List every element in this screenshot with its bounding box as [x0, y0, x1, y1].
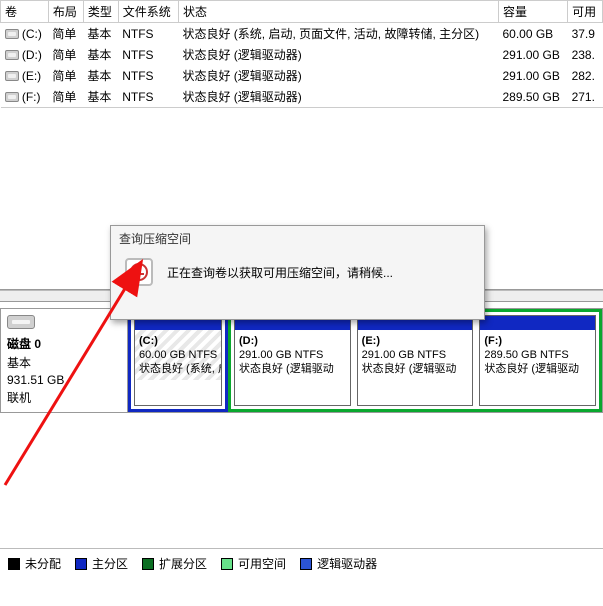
- vol-name: (E:): [22, 69, 41, 83]
- part-letter: (D:): [239, 335, 258, 347]
- disk-map-pane: 磁盘 0 基本 931.51 GB 联机 (C:) 60.00 GB NTFS …: [0, 308, 603, 578]
- part-status: 状态良好 (逻辑驱动: [362, 363, 457, 375]
- disk-basic: 基本: [7, 354, 121, 371]
- volume-icon: [5, 71, 19, 81]
- table-row[interactable]: (F:) 简单 基本 NTFS 状态良好 (逻辑驱动器) 289.50 GB 2…: [1, 86, 603, 108]
- part-size: 289.50 GB NTFS: [484, 349, 568, 361]
- legend-unallocated: 未分配: [8, 555, 61, 572]
- swatch-dark-blue: [300, 558, 312, 570]
- vol-name: (D:): [22, 48, 42, 62]
- legend: 未分配 主分区 扩展分区 可用空间 逻辑驱动器: [0, 548, 603, 578]
- shrink-query-dialog: 查询压缩空间 正在查询卷以获取可用压缩空间，请稍候...: [110, 225, 485, 320]
- part-status: 状态良好 (逻辑驱动: [239, 363, 334, 375]
- partitions-container: (C:) 60.00 GB NTFS 状态良好 (系统, 启 (D:) 291.…: [128, 308, 603, 413]
- col-status[interactable]: 状态: [178, 1, 498, 23]
- vol-name: (C:): [22, 27, 42, 41]
- partition-cap: [480, 316, 595, 330]
- extended-partition-wrap: (D:) 291.00 GB NTFS 状态良好 (逻辑驱动 (E:) 291.…: [228, 309, 602, 412]
- col-volume[interactable]: 卷: [1, 1, 49, 23]
- part-letter: (E:): [362, 335, 380, 347]
- part-size: 291.00 GB NTFS: [239, 349, 323, 361]
- col-capacity[interactable]: 容量: [498, 1, 567, 23]
- part-status: 状态良好 (逻辑驱动: [484, 363, 579, 375]
- disk-online: 联机: [7, 389, 121, 406]
- partition-c[interactable]: (C:) 60.00 GB NTFS 状态良好 (系统, 启: [134, 315, 222, 406]
- primary-partition-wrap: (C:) 60.00 GB NTFS 状态良好 (系统, 启: [128, 309, 228, 412]
- dialog-message: 正在查询卷以获取可用压缩空间，请稍候...: [167, 264, 393, 281]
- volume-icon: [5, 50, 19, 60]
- disk-size: 931.51 GB: [7, 373, 121, 387]
- col-layout[interactable]: 布局: [48, 1, 83, 23]
- swatch-black: [8, 558, 20, 570]
- swatch-blue: [75, 558, 87, 570]
- legend-primary: 主分区: [75, 555, 128, 572]
- table-header-row: 卷 布局 类型 文件系统 状态 容量 可用: [1, 1, 603, 23]
- part-status: 状态良好 (系统, 启: [139, 363, 222, 375]
- table-row[interactable]: (E:) 简单 基本 NTFS 状态良好 (逻辑驱动器) 291.00 GB 2…: [1, 65, 603, 86]
- vol-type: 基本: [83, 23, 118, 45]
- col-type[interactable]: 类型: [83, 1, 118, 23]
- vol-status: 状态良好 (系统, 启动, 页面文件, 活动, 故障转储, 主分区): [178, 23, 498, 45]
- part-letter: (C:): [139, 335, 158, 347]
- dialog-title: 查询压缩空间: [111, 226, 484, 248]
- col-free[interactable]: 可用: [568, 1, 603, 23]
- legend-extended: 扩展分区: [142, 555, 207, 572]
- disk-info-box[interactable]: 磁盘 0 基本 931.51 GB 联机: [0, 308, 128, 413]
- vol-cap: 60.00 GB: [498, 23, 567, 45]
- legend-logical: 逻辑驱动器: [300, 555, 377, 572]
- disk-row: 磁盘 0 基本 931.51 GB 联机 (C:) 60.00 GB NTFS …: [0, 308, 603, 413]
- clock-icon: [125, 258, 153, 286]
- part-size: 291.00 GB NTFS: [362, 349, 446, 361]
- disk-label: 磁盘 0: [7, 335, 121, 352]
- legend-available: 可用空间: [221, 555, 286, 572]
- partition-e[interactable]: (E:) 291.00 GB NTFS 状态良好 (逻辑驱动: [357, 315, 474, 406]
- vol-free: 37.9: [568, 23, 603, 45]
- swatch-dark-green: [142, 558, 154, 570]
- table-row[interactable]: (D:) 简单 基本 NTFS 状态良好 (逻辑驱动器) 291.00 GB 2…: [1, 44, 603, 65]
- volume-icon: [5, 92, 19, 102]
- partition-d[interactable]: (D:) 291.00 GB NTFS 状态良好 (逻辑驱动: [234, 315, 351, 406]
- swatch-light-green: [221, 558, 233, 570]
- vol-fs: NTFS: [118, 23, 178, 45]
- col-fs[interactable]: 文件系统: [118, 1, 178, 23]
- partition-f[interactable]: (F:) 289.50 GB NTFS 状态良好 (逻辑驱动: [479, 315, 596, 406]
- disk-icon: [7, 315, 35, 329]
- table-row[interactable]: (C:) 简单 基本 NTFS 状态良好 (系统, 启动, 页面文件, 活动, …: [1, 23, 603, 45]
- part-size: 60.00 GB NTFS: [139, 349, 217, 361]
- part-letter: (F:): [484, 335, 502, 347]
- vol-layout: 简单: [48, 23, 83, 45]
- volume-tbody: (C:) 简单 基本 NTFS 状态良好 (系统, 启动, 页面文件, 活动, …: [1, 23, 603, 108]
- volume-icon: [5, 29, 19, 39]
- volume-table[interactable]: 卷 布局 类型 文件系统 状态 容量 可用 (C:) 简单 基本 NTFS 状态…: [0, 0, 603, 108]
- vol-name: (F:): [22, 90, 41, 104]
